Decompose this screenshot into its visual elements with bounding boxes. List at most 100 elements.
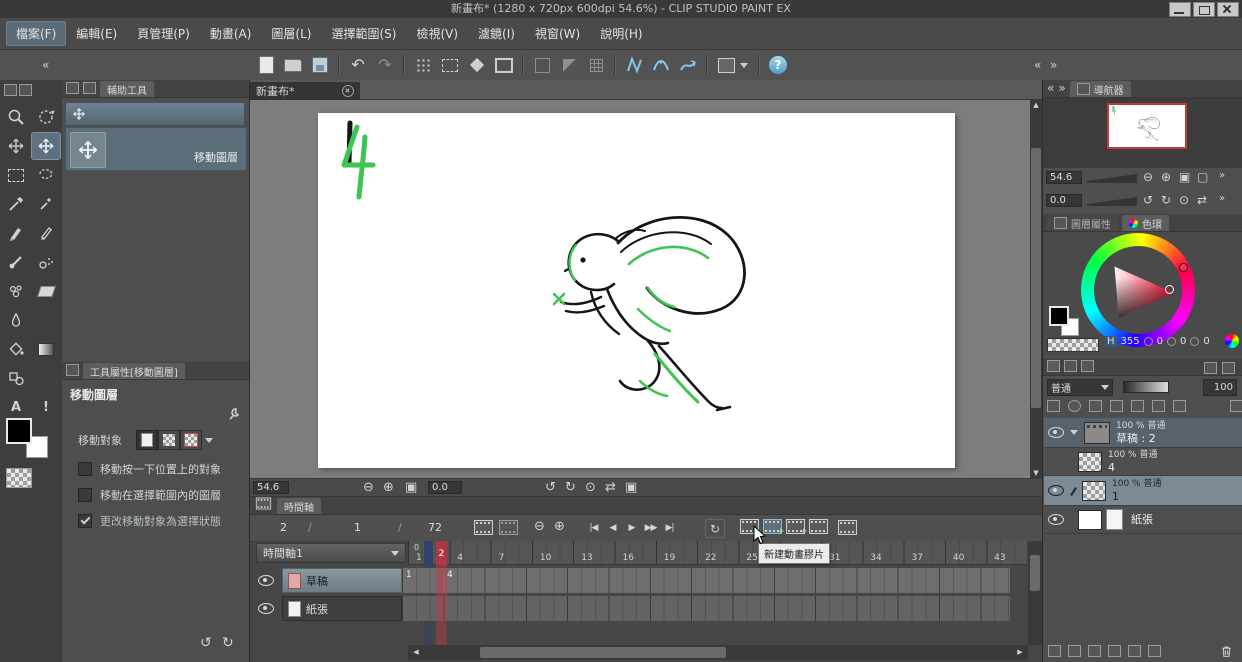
mask-icon[interactable] bbox=[557, 53, 581, 77]
canvas-paper[interactable] bbox=[318, 113, 955, 468]
text-tool-icon[interactable]: A bbox=[2, 394, 30, 420]
visibility-eye-icon[interactable] bbox=[258, 603, 274, 614]
save-icon[interactable] bbox=[308, 53, 332, 77]
transparent-swatch[interactable] bbox=[1047, 338, 1099, 352]
screentone-icon[interactable] bbox=[411, 53, 435, 77]
checkbox-change-to-selected[interactable] bbox=[78, 514, 92, 528]
snap-special-icon[interactable] bbox=[676, 53, 700, 77]
open-file-icon[interactable] bbox=[281, 53, 305, 77]
pen-tool-icon[interactable] bbox=[2, 220, 30, 246]
opacity-value-box[interactable]: 100 bbox=[1203, 378, 1237, 396]
crop-icon[interactable] bbox=[530, 53, 554, 77]
scrollbar-thumb[interactable] bbox=[1031, 148, 1041, 408]
blend-effect-icon[interactable] bbox=[1068, 400, 1081, 412]
balloon-tool-icon[interactable]: ! bbox=[32, 394, 60, 420]
tab-color-wheel[interactable]: 色環 bbox=[1122, 215, 1169, 231]
merge-down-icon[interactable] bbox=[1128, 645, 1141, 657]
onion-skin-icon[interactable] bbox=[474, 520, 493, 535]
transfer-layer-icon[interactable] bbox=[1048, 645, 1061, 657]
nav-more-icon[interactable]: » bbox=[1219, 171, 1225, 181]
decoration-tool-icon[interactable] bbox=[2, 278, 30, 304]
timeline-track-draft[interactable]: 1 4 bbox=[402, 568, 1010, 593]
layer-row-folder[interactable]: 100 % 普通 草稿 : 2 bbox=[1044, 418, 1242, 448]
move-layer-tool-icon[interactable] bbox=[31, 132, 61, 160]
brush-tool-icon[interactable] bbox=[2, 249, 30, 275]
timeline-playhead-column[interactable] bbox=[436, 565, 447, 645]
menu-filter[interactable]: 濾鏡(I) bbox=[468, 21, 525, 46]
apply-mask-icon[interactable] bbox=[1148, 645, 1161, 657]
delete-layer-icon[interactable] bbox=[1220, 645, 1233, 658]
tab-tool-property[interactable]: 工具屬性[移動圖層] bbox=[83, 363, 185, 379]
nav-rotate-left-icon[interactable]: ↺ bbox=[1143, 194, 1153, 206]
fill-tool-icon[interactable] bbox=[2, 336, 30, 362]
scroll-up-icon[interactable]: ▲ bbox=[1030, 100, 1042, 110]
zoom-tool-icon[interactable] bbox=[2, 104, 30, 130]
navigator-rotation-box[interactable]: 0.0 bbox=[1046, 194, 1082, 207]
menu-help[interactable]: 說明(H) bbox=[590, 21, 652, 46]
document-tab[interactable]: 新畫布* bbox=[250, 82, 360, 100]
go-to-start-button[interactable]: |◀ bbox=[584, 519, 603, 536]
close-icon[interactable] bbox=[1217, 2, 1239, 17]
scroll-right-icon[interactable]: ▶ bbox=[1012, 645, 1028, 660]
new-layer-icon[interactable] bbox=[1068, 645, 1081, 657]
tab-layer-list-icon[interactable] bbox=[1081, 360, 1094, 372]
move-tool-icon[interactable] bbox=[2, 133, 30, 159]
panel-menu-icon[interactable] bbox=[66, 364, 79, 376]
timeline-layer-label-paper[interactable]: 紙張 bbox=[282, 596, 402, 621]
sv-marker[interactable] bbox=[1165, 285, 1174, 294]
nav-zoom-in-icon[interactable]: ⊕ bbox=[1161, 171, 1171, 183]
move-target-selected-button[interactable] bbox=[180, 430, 202, 450]
specify-cel-icon[interactable] bbox=[809, 519, 828, 534]
airbrush-tool-icon[interactable] bbox=[32, 249, 60, 275]
enable-mask-icon[interactable] bbox=[1152, 400, 1165, 412]
panel-grid-icon[interactable] bbox=[1204, 362, 1217, 374]
ruler-range-icon[interactable] bbox=[1173, 400, 1186, 412]
layer-row-paper[interactable]: 紙張 bbox=[1044, 506, 1242, 534]
hue-ring[interactable] bbox=[1081, 233, 1195, 347]
layer-row-cel-1-selected[interactable]: 100 % 普通 1 bbox=[1044, 476, 1242, 506]
tab-layer-property[interactable]: 圖層屬性 bbox=[1047, 215, 1118, 231]
scrollbar-thumb[interactable] bbox=[480, 647, 726, 658]
marquee-tool-icon[interactable] bbox=[2, 162, 30, 188]
zoom-in-icon[interactable]: ⊕ bbox=[383, 481, 394, 494]
menu-view[interactable]: 檢視(V) bbox=[406, 21, 468, 46]
tab-subtool[interactable]: 輔助工具 bbox=[100, 81, 154, 97]
undo-icon[interactable]: ↶ bbox=[346, 53, 370, 77]
wrench-icon[interactable] bbox=[226, 406, 242, 422]
tab-layer-icon[interactable] bbox=[1047, 360, 1060, 372]
canvas-viewport[interactable] bbox=[250, 100, 1030, 478]
go-to-end-button[interactable]: ▶| bbox=[660, 519, 679, 536]
visibility-eye-icon[interactable] bbox=[1048, 485, 1064, 496]
navigator-zoom-box[interactable]: 54.6 bbox=[1046, 171, 1082, 184]
navigator-zoom-slider[interactable] bbox=[1087, 174, 1137, 183]
prev-frame-button[interactable]: ◀ bbox=[603, 519, 622, 536]
fill-area-icon[interactable] bbox=[465, 53, 489, 77]
menu-edit[interactable]: 編輯(E) bbox=[66, 21, 127, 46]
new-vector-layer-icon[interactable] bbox=[1088, 645, 1101, 657]
timeline-layer-label-draft[interactable]: 草稿 bbox=[282, 568, 402, 593]
timeline-horizontal-scrollbar[interactable]: ◀ ▶ bbox=[408, 645, 1028, 660]
hue-marker[interactable] bbox=[1179, 263, 1188, 272]
lasso-tool-icon[interactable] bbox=[32, 162, 60, 188]
restore-icon[interactable] bbox=[1193, 2, 1215, 17]
blend-tool-icon[interactable] bbox=[2, 307, 30, 333]
timeline-ruler[interactable]: 0 147101316192225283134374043 bbox=[408, 541, 1028, 565]
panel-menu-icon[interactable] bbox=[1222, 362, 1235, 374]
collapse-panel-icon[interactable]: « bbox=[1047, 82, 1054, 94]
checkbox-move-clicked-object[interactable] bbox=[78, 462, 92, 476]
frame-border-icon[interactable] bbox=[492, 53, 516, 77]
main-color-swatch[interactable] bbox=[6, 418, 32, 444]
panel-menu-icon[interactable] bbox=[66, 82, 79, 94]
palette-color-icon[interactable] bbox=[1230, 400, 1242, 412]
canvas-display-icon[interactable] bbox=[714, 53, 752, 77]
tab-navigator[interactable]: 導航器 bbox=[1069, 81, 1131, 97]
redo-icon[interactable]: ↷ bbox=[373, 53, 397, 77]
draft-layer-icon[interactable] bbox=[1089, 400, 1102, 412]
visibility-eye-icon[interactable] bbox=[258, 575, 274, 586]
layer-row-cel-4[interactable]: 100 % 普通 4 bbox=[1044, 448, 1242, 476]
move-target-layer-button[interactable] bbox=[158, 430, 180, 450]
pencil-tool-icon[interactable] bbox=[32, 220, 60, 246]
new-canvas-icon[interactable] bbox=[254, 53, 278, 77]
menu-page[interactable]: 頁管理(P) bbox=[127, 21, 200, 46]
gradient-tool-icon[interactable] bbox=[32, 336, 60, 362]
